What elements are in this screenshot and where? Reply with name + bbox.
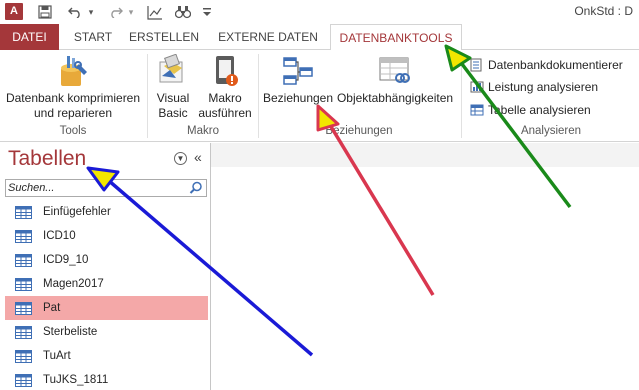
group-analysieren-label: Analysieren [520, 125, 582, 137]
table-icon [15, 373, 32, 387]
tab-start[interactable]: START [68, 24, 118, 50]
table-icon [15, 349, 32, 363]
list-item-label: ICD9_10 [43, 254, 89, 266]
analyze-table-icon [470, 104, 484, 116]
tab-datenbanktools[interactable]: DATENBANKTOOLS [330, 24, 462, 51]
undo-dropdown-icon[interactable]: ▾ [86, 3, 96, 21]
list-item[interactable]: TuArt [5, 344, 208, 368]
chart-tool-icon[interactable] [146, 3, 164, 21]
list-item-label: ICD10 [43, 230, 76, 242]
table-icon [15, 325, 32, 339]
visual-basic-button[interactable]: Visual Basic [152, 54, 194, 121]
tab-datei[interactable]: DATEI [0, 24, 59, 50]
binoculars-icon[interactable] [174, 3, 192, 21]
group-beziehungen-label: Beziehungen [325, 125, 393, 137]
run-macro-button[interactable]: Makro ausführen [196, 54, 254, 121]
run-macro-label-2: ausführen [198, 106, 252, 120]
object-dependencies-button[interactable]: Objektabhängigkeiten [334, 54, 456, 106]
tab-erstellen[interactable]: ERSTELLEN [128, 24, 200, 50]
compact-repair-label-1: Datenbank komprimieren [5, 91, 141, 105]
relationships-icon [283, 57, 313, 85]
compact-repair-label-2: und reparieren [33, 106, 113, 120]
list-item[interactable]: Sterbeliste [5, 320, 208, 344]
visual-basic-label-2: Basic [158, 106, 188, 120]
document-area [211, 143, 639, 390]
list-item[interactable]: Magen2017 [5, 272, 208, 296]
analyze-performance-button[interactable]: Leistung analysieren [470, 77, 598, 97]
tab-externe-daten[interactable]: EXTERNE DATEN [214, 24, 322, 50]
relationships-label: Beziehungen [262, 91, 334, 105]
redo-icon[interactable] [107, 3, 125, 21]
documenter-icon [470, 58, 482, 72]
navigation-pane: Tabellen ▼ « Einfügefehler ICD10 ICD9_10… [0, 143, 211, 390]
database-documenter-button[interactable]: Datenbankdokumentierer [470, 55, 623, 75]
compact-repair-button[interactable]: Datenbank komprimieren und reparieren [2, 54, 144, 121]
save-icon[interactable] [36, 3, 54, 21]
table-icon [15, 277, 32, 291]
analyze-performance-label: Leistung analysieren [488, 80, 599, 94]
performance-icon [470, 81, 484, 93]
relationships-button[interactable]: Beziehungen [262, 54, 334, 106]
search-icon[interactable] [189, 181, 203, 195]
object-dependencies-label: Objektabhängigkeiten [336, 91, 454, 105]
nav-search-box[interactable] [5, 179, 207, 197]
nav-pane-title[interactable]: Tabellen [8, 147, 86, 171]
group-separator [461, 54, 462, 138]
object-dependencies-icon [379, 57, 410, 83]
list-item-label: TuArt [43, 350, 71, 362]
access-logo-icon[interactable]: A [5, 3, 23, 20]
table-icon [15, 205, 32, 219]
nav-menu-dropdown-icon[interactable]: ▼ [174, 152, 187, 165]
run-macro-label-1: Makro [208, 91, 242, 105]
undo-icon[interactable] [66, 3, 84, 21]
nav-search-input[interactable] [6, 180, 186, 196]
redo-dropdown-icon[interactable]: ▾ [126, 3, 136, 21]
database-documenter-label: Datenbankdokumentierer [488, 58, 623, 72]
group-separator [258, 54, 259, 138]
table-icon [15, 229, 32, 243]
analyze-table-label: Tabelle analysieren [488, 103, 591, 117]
list-item-selected[interactable]: Pat [5, 296, 208, 320]
ribbon-panel: Datenbank komprimieren und reparieren To… [0, 50, 639, 142]
list-item-label: TuJKS_1811 [43, 374, 109, 386]
table-icon [15, 253, 32, 267]
list-item[interactable]: TuJKS_1811 [5, 368, 208, 390]
group-separator [147, 54, 148, 138]
list-item-label: Einfügefehler [43, 206, 111, 218]
document-tab-strip [211, 143, 639, 167]
table-icon [15, 301, 32, 315]
run-macro-icon [216, 56, 238, 86]
window-title: OnkStd : D [574, 4, 633, 18]
collapse-pane-icon[interactable]: « [194, 149, 202, 165]
list-item-label: Sterbeliste [43, 326, 98, 338]
list-item[interactable]: ICD10 [5, 224, 208, 248]
list-item[interactable]: ICD9_10 [5, 248, 208, 272]
ribbon-tabs: DATEI START ERSTELLEN EXTERNE DATEN DATE… [0, 24, 639, 51]
visual-basic-label-1: Visual [156, 91, 190, 105]
list-item[interactable]: Einfügefehler [5, 200, 208, 224]
title-bar: A ▾ ▾ OnkStd : D [0, 0, 639, 24]
customize-qat-icon[interactable] [200, 3, 214, 21]
list-item-label: Pat [43, 302, 61, 314]
group-tools-label: Tools [59, 125, 87, 137]
table-list: Einfügefehler ICD10 ICD9_10 Magen2017 Pa… [5, 200, 208, 390]
compact-repair-icon [61, 56, 87, 86]
analyze-table-button[interactable]: Tabelle analysieren [470, 100, 591, 120]
visual-basic-icon [159, 54, 183, 83]
list-item-label: Magen2017 [43, 278, 104, 290]
group-makro-label: Makro [187, 125, 219, 137]
